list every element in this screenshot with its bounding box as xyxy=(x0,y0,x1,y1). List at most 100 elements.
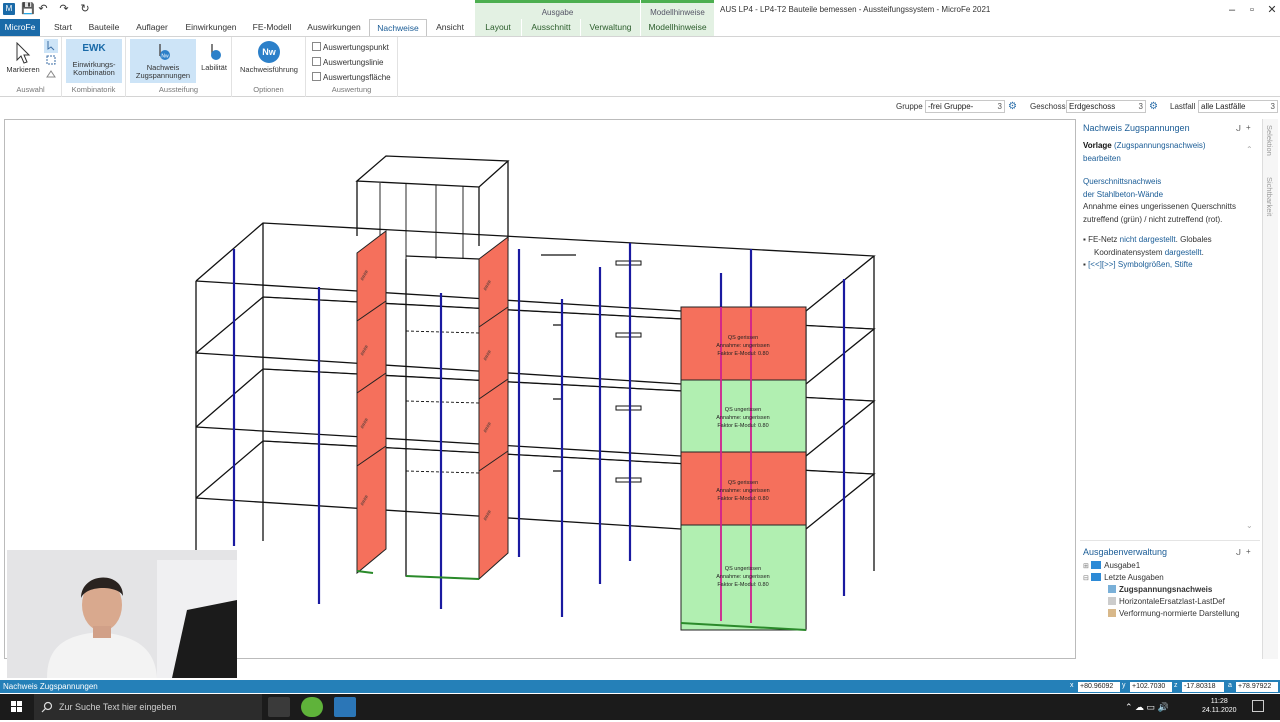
bullet1-d: Koordinatensystem xyxy=(1094,247,1165,257)
taskbar-app-2-icon[interactable] xyxy=(301,697,323,717)
panel-add-icon[interactable]: + xyxy=(1246,123,1251,132)
vorlage-link[interactable]: (Zugspannungsnachweis) xyxy=(1114,141,1206,150)
tray-icons[interactable]: ⌃ ☁ ▭ 🔊 xyxy=(1125,702,1169,713)
panel-4-line-3: Faktor E-Modul: 0.80 xyxy=(717,351,768,357)
status-text: Nachweis Zugspannungen xyxy=(3,682,98,691)
ewk-icon: EWK xyxy=(82,43,106,54)
coord-x-value: +80.96092 xyxy=(1078,682,1120,692)
auswertungsflaeche-label: Auswertungsfläche xyxy=(323,73,391,82)
tree-item-verformung[interactable]: Verformung-normierte Darstellung xyxy=(1108,609,1240,618)
panel-title: Nachweis Zugspannungen xyxy=(1083,123,1190,133)
einwirkungs-kombination-button[interactable]: EWK Einwirkungs- Kombination xyxy=(66,39,122,83)
tab-ansicht[interactable]: Ansicht xyxy=(432,19,468,36)
tab-auflager[interactable]: Auflager xyxy=(131,19,173,36)
ausgaben-add-icon[interactable]: + xyxy=(1246,547,1251,556)
markieren-button[interactable]: Markieren xyxy=(3,39,43,79)
expand-icon[interactable]: ⊞ xyxy=(1083,563,1089,570)
qs-link-2[interactable]: der Stahlbeton-Wände xyxy=(1083,190,1163,199)
coord-y-label: y xyxy=(1122,682,1126,689)
side-tab-sichtbarkeit[interactable]: Sichtbarkeit xyxy=(1265,177,1274,216)
gruppe-value: -frei Gruppe- xyxy=(928,102,974,111)
panel-pin-icon[interactable]: ᒍ xyxy=(1236,124,1241,133)
taskbar-microfe-icon[interactable] xyxy=(334,697,356,717)
search-icon xyxy=(41,701,53,713)
panel-scroll-down-icon[interactable]: ⌄ xyxy=(1246,521,1253,530)
redo-icon[interactable]: ↷ xyxy=(58,3,70,15)
gruppe-dropdown-number: 3 xyxy=(997,102,1002,111)
tab-fe-modell[interactable]: FE-Modell xyxy=(248,19,296,36)
side-tab-selektion[interactable]: Selektion xyxy=(1265,125,1274,156)
group-kombinatorik-label: Kombinatorik xyxy=(71,85,116,94)
lastfall-select[interactable]: alle Lastfälle 3 xyxy=(1198,100,1278,113)
bullet1-link-e[interactable]: dargestellt xyxy=(1165,248,1202,257)
taskbar-search[interactable]: Zur Suche Text hier eingeben xyxy=(34,694,262,720)
geschoss-value: Erdgeschoss xyxy=(1069,102,1116,111)
qs-link-1[interactable]: Querschnittsnachweis xyxy=(1083,177,1161,186)
context-group-ausgabe-label: Ausgabe xyxy=(541,8,574,17)
geschoss-select[interactable]: Erdgeschoss 3 xyxy=(1066,100,1146,113)
save-icon[interactable]: 💾 xyxy=(21,3,35,15)
coord-a-value: +78.97922 xyxy=(1236,682,1278,692)
stair-top xyxy=(355,155,510,188)
nachweis-zugspannungen-button[interactable]: Nw Nachweis Zugspannungen xyxy=(130,39,196,83)
auswertungsflaeche-button[interactable]: Auswertungsfläche xyxy=(312,72,391,82)
tab-verwaltung[interactable]: Verwaltung xyxy=(581,19,640,36)
tree-label-letzte-ausgaben: Letzte Ausgaben xyxy=(1104,573,1164,582)
bearbeiten-link[interactable]: bearbeiten xyxy=(1083,154,1121,163)
group-aussteifung-label: Aussteifung xyxy=(158,85,199,94)
auswertungslinie-button[interactable]: Auswertungslinie xyxy=(312,57,383,67)
qs-text: Querschnittsnachweis der Stahlbeton-Wänd… xyxy=(1083,176,1258,226)
tree-item-horizontale-ersatzlast[interactable]: HorizontaleErsatzlast-LastDef xyxy=(1108,597,1225,606)
tree-item-ausgabe1[interactable]: ⊞ Ausgabe1 xyxy=(1083,561,1140,570)
tab-auswirkungen[interactable]: Auswirkungen xyxy=(302,19,366,36)
vorlage-text: Vorlage (Zugspannungsnachweis) bearbeite… xyxy=(1083,140,1258,165)
context-group-ausgabe: Ausgabe xyxy=(475,0,640,20)
refresh-icon[interactable]: ↻ xyxy=(79,3,91,15)
taskbar-app-1-icon[interactable] xyxy=(268,697,290,717)
app-logo-icon[interactable]: M xyxy=(3,3,15,15)
ausgaben-pin-icon[interactable]: ᒍ xyxy=(1236,548,1241,557)
gruppe-settings-icon[interactable]: ⚙ xyxy=(1008,101,1019,112)
start-button[interactable] xyxy=(0,694,34,720)
taskbar-clock[interactable]: 11:28 24.11.2020 xyxy=(1202,697,1237,715)
tree-item-letzte-ausgaben[interactable]: ⊟ Letzte Ausgaben xyxy=(1083,573,1164,582)
tab-microfe[interactable]: MicroFe xyxy=(0,19,40,36)
folder-icon xyxy=(1091,573,1102,581)
tab-bauteile[interactable]: Bauteile xyxy=(85,19,123,36)
select-arrow-icon xyxy=(47,41,55,51)
ewk-label-2: Kombination xyxy=(73,68,115,77)
select-mode-button-3[interactable] xyxy=(44,69,58,81)
ribbon: Markieren Auswahl EWK Einwirkungs- Kombi… xyxy=(0,36,1280,97)
tab-ausschnitt[interactable]: Ausschnitt xyxy=(522,19,580,36)
tab-modellhinweise[interactable]: Modellhinweise xyxy=(641,19,714,36)
select-mode-button-2[interactable] xyxy=(44,54,58,68)
panel-1-line-1: QS ungerissen xyxy=(725,566,761,572)
close-icon[interactable]: ✕ xyxy=(1258,2,1280,18)
tree-label-ausgabe1: Ausgabe1 xyxy=(1104,561,1141,570)
tab-start[interactable]: Start xyxy=(48,19,78,36)
nachweis-output-icon xyxy=(1108,585,1116,593)
bullet1-link-b[interactable]: nicht dargestellt xyxy=(1120,235,1176,244)
tab-layout[interactable]: Layout xyxy=(475,19,521,36)
notification-icon[interactable] xyxy=(1252,700,1264,712)
group-aussteifung: Nw Nachweis Zugspannungen Labilität Auss… xyxy=(126,37,232,97)
bullet2-link[interactable]: [<<][>>] Symbolgrößen, Stifte xyxy=(1088,260,1193,269)
nachweisfuehrung-button[interactable]: Nw Nachweisführung xyxy=(236,39,302,79)
tab-nachweise[interactable]: Nachweise xyxy=(369,19,427,36)
coord-y-value: +102.7030 xyxy=(1130,682,1172,692)
select-mode-button-1[interactable] xyxy=(44,39,58,53)
bullet-item-1: ▪ FE-Netz nicht dargestellt. Globales xyxy=(1083,235,1212,244)
panel-4-line-2: Annahme: ungerissen xyxy=(716,343,770,349)
auswertungspunkt-button[interactable]: Auswertungspunkt xyxy=(312,42,389,52)
auswertungspunkt-icon xyxy=(312,42,321,51)
side-tabs: Selektion Sichtbarkeit xyxy=(1262,119,1278,659)
undo-icon[interactable]: ↶ xyxy=(37,3,49,15)
auswertungsflaeche-icon xyxy=(312,72,321,81)
labilitaet-button[interactable]: Labilität xyxy=(198,39,230,79)
geschoss-settings-icon[interactable]: ⚙ xyxy=(1149,101,1160,112)
tab-einwirkungen[interactable]: Einwirkungen xyxy=(181,19,241,36)
tree-item-zugspannungsnachweis[interactable]: Zugspannungsnachweis xyxy=(1108,585,1212,594)
deformation-output-icon xyxy=(1108,609,1116,617)
gruppe-select[interactable]: -frei Gruppe- 3 xyxy=(925,100,1005,113)
collapse-icon[interactable]: ⊟ xyxy=(1083,575,1089,582)
